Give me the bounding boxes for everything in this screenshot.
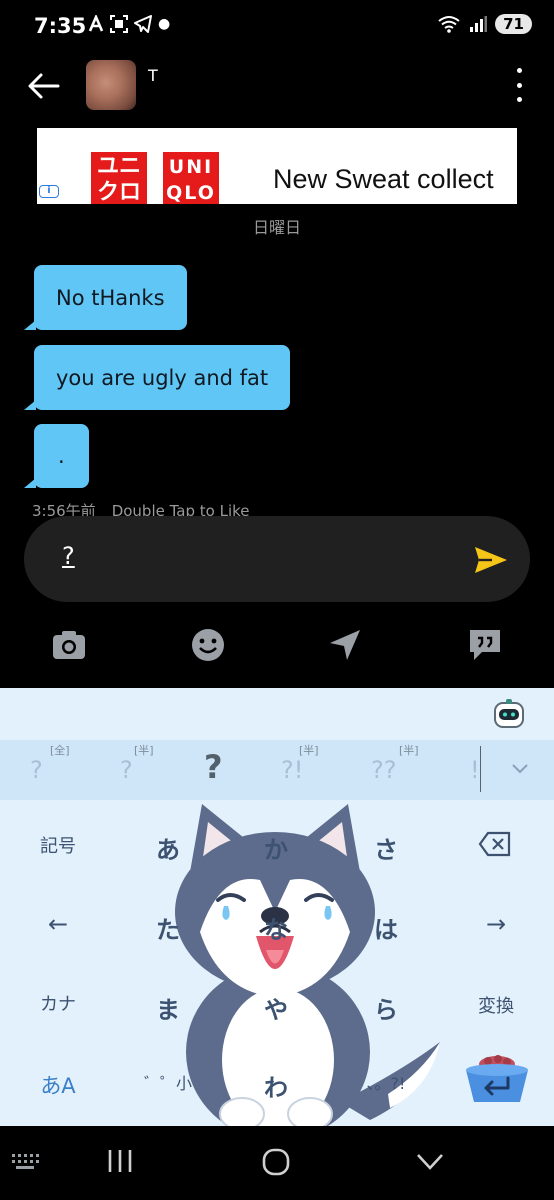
robot-icon[interactable] (492, 698, 526, 730)
ad-logo-katakana: ユニ クロ (91, 152, 147, 204)
candidate[interactable]: [半]?! (281, 744, 319, 784)
contact-name[interactable]: T (148, 66, 158, 85)
candidate[interactable]: ! (470, 756, 480, 784)
ad-banner[interactable]: ユニ クロ UNI QLO New Sweat collect i (37, 128, 517, 204)
system-nav-bar (0, 1126, 554, 1200)
status-icons-right: 71 (437, 14, 532, 34)
camera-icon[interactable] (50, 626, 88, 664)
chat-header: T (0, 56, 554, 116)
key-ma[interactable]: ま (128, 990, 208, 1025)
status-time: 7:35 (34, 14, 87, 38)
message-text: No tHanks (56, 285, 165, 310)
telegram-icon (134, 15, 152, 33)
back-arrow-icon[interactable] (26, 68, 62, 104)
key-na[interactable]: な (236, 910, 316, 945)
home-icon[interactable] (262, 1148, 290, 1176)
hide-keyboard-icon[interactable] (416, 1152, 444, 1172)
scan-icon (110, 15, 128, 33)
ad-text: New Sweat collect (273, 164, 494, 194)
a-icon (88, 15, 104, 32)
chevron-down-icon[interactable] (512, 764, 528, 774)
convert-key[interactable]: 変換 (456, 992, 536, 1018)
keyboard-top-bar (0, 688, 554, 740)
candidate-divider (480, 746, 481, 792)
day-separator: 日曜日 (252, 218, 301, 237)
composer-toolbar (0, 626, 554, 666)
backspace-icon[interactable] (478, 831, 512, 857)
cursor-right-key[interactable]: → (456, 910, 536, 938)
candidate[interactable]: [半]? (120, 744, 154, 784)
message-input-value: ? (62, 542, 75, 570)
recent-apps-icon[interactable] (106, 1148, 134, 1174)
candidate[interactable]: [半]?? (371, 744, 419, 784)
emoji-icon[interactable] (189, 626, 227, 664)
candidate[interactable]: ? (204, 748, 223, 786)
keyboard: [全]? [半]? ? [半]?! [半]?? ! 記号 あ か さ ← た な… (0, 688, 554, 1126)
dakuten-key[interactable]: ゛゜小 (128, 1070, 208, 1094)
message-text: . (58, 444, 65, 468)
input-mode-key[interactable]: あA (18, 1070, 98, 1100)
ad-logo-latin: UNI QLO (163, 152, 219, 204)
key-sa[interactable]: さ (346, 830, 426, 865)
quote-icon[interactable] (466, 626, 504, 664)
avatar[interactable] (86, 60, 136, 110)
key-ka[interactable]: か (236, 830, 316, 865)
message-text: you are ugly and fat (56, 365, 269, 390)
more-options-icon[interactable] (514, 68, 524, 102)
symbols-key[interactable]: 記号 (18, 832, 98, 858)
ad-info-icon[interactable]: i (39, 185, 59, 198)
wifi-icon (438, 16, 460, 33)
key-ya[interactable]: や (236, 990, 316, 1025)
message-bubble[interactable]: . (24, 424, 89, 488)
key-wa[interactable]: わ (236, 1068, 316, 1103)
key-ha[interactable]: は (346, 910, 426, 945)
key-ra[interactable]: ら (346, 990, 426, 1025)
message-bubble[interactable]: No tHanks (24, 265, 187, 330)
key-a[interactable]: あ (128, 830, 208, 865)
message-input[interactable]: ? (24, 516, 530, 602)
message-bubble[interactable]: you are ugly and fat (23, 345, 291, 410)
status-icons-left: ● (88, 15, 170, 33)
cursor-left-key[interactable]: ← (18, 910, 98, 938)
send-icon[interactable] (474, 546, 508, 574)
status-bar: 7:35 ● 71 (0, 0, 554, 54)
signal-icon (470, 16, 488, 32)
key-ta[interactable]: た (128, 910, 208, 945)
keyboard-switch-icon[interactable] (10, 1152, 40, 1172)
enter-bowl-icon[interactable] (462, 1050, 532, 1106)
battery-indicator: 71 (495, 14, 532, 34)
location-arrow-icon[interactable] (326, 626, 364, 664)
candidate[interactable]: [全]? (30, 744, 70, 784)
candidate-bar: [全]? [半]? ? [半]?! [半]?? ! (0, 740, 554, 800)
kana-key[interactable]: カナ (18, 990, 98, 1016)
punctuation-key[interactable]: 、。?! (346, 1070, 426, 1094)
dot-icon: ● (158, 16, 171, 32)
